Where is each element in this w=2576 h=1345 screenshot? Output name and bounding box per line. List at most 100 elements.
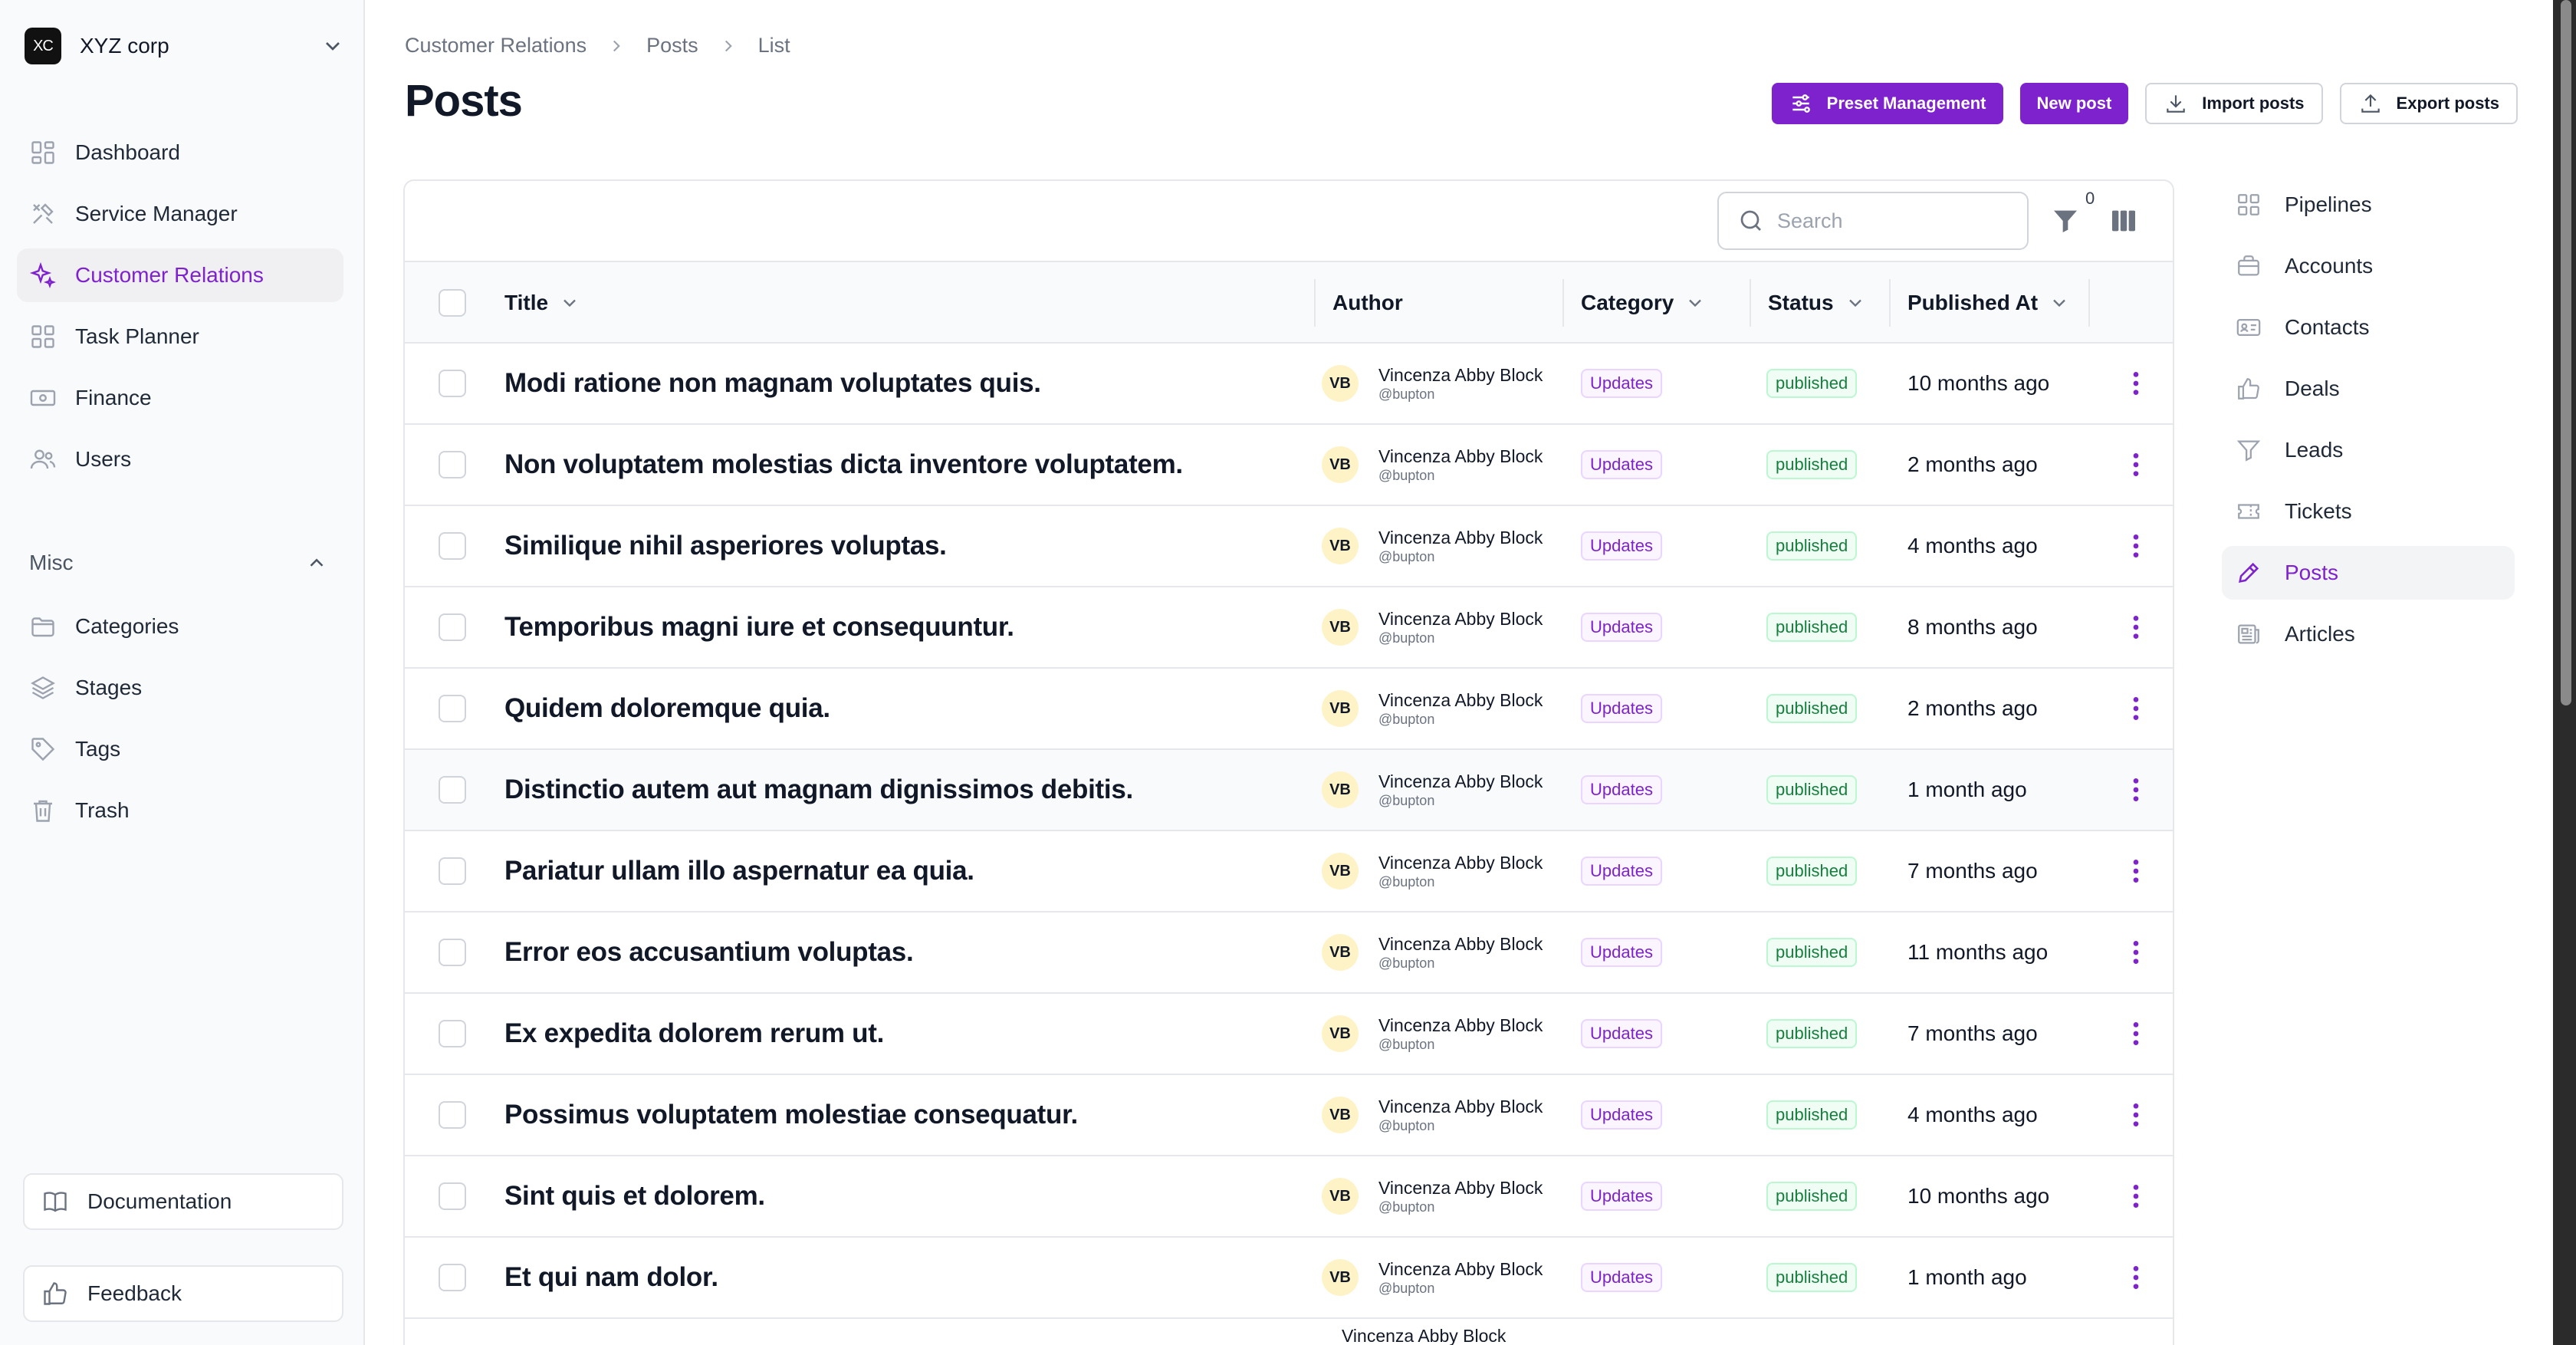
table-row[interactable]: Ex expedita dolorem rerum ut. VB Vincenz… (405, 994, 2173, 1075)
row-actions-button[interactable] (2121, 1181, 2151, 1212)
subnav-item-deals[interactable]: Deals (2222, 362, 2515, 416)
row-checkbox[interactable] (439, 857, 466, 885)
table-row[interactable]: Pariatur ullam illo aspernatur ea quia. … (405, 831, 2173, 913)
row-actions-button[interactable] (2121, 1018, 2151, 1049)
row-actions-button[interactable] (2121, 368, 2151, 399)
org-switcher[interactable]: XC XYZ corp (25, 26, 345, 66)
sub-navigation: Pipelines Accounts Contacts Deals Leads … (2222, 178, 2515, 669)
post-title[interactable]: Possimus voluptatem molestiae consequatu… (504, 1100, 1078, 1130)
table-row[interactable]: Error eos accusantium voluptas. VB Vince… (405, 913, 2173, 994)
sidebar-item-service-manager[interactable]: Service Manager (17, 187, 343, 241)
row-checkbox[interactable] (439, 370, 466, 397)
misc-section-toggle[interactable]: Misc (29, 548, 328, 578)
search-input[interactable] (1777, 209, 2007, 233)
sidebar-item-stages[interactable]: Stages (17, 661, 343, 715)
row-checkbox[interactable] (439, 776, 466, 804)
row-checkbox[interactable] (439, 695, 466, 722)
row-actions-button[interactable] (2121, 774, 2151, 805)
import-posts-button[interactable]: Import posts (2145, 83, 2323, 124)
row-status-cell: published (1766, 1238, 1858, 1317)
table-row[interactable]: Sint quis et dolorem. VB Vincenza Abby B… (405, 1156, 2173, 1238)
table-row[interactable]: Possimus voluptatem molestiae consequatu… (405, 1075, 2173, 1156)
documentation-button[interactable]: Documentation (23, 1173, 343, 1230)
row-actions-button[interactable] (2121, 612, 2151, 643)
row-actions-button[interactable] (2121, 937, 2151, 968)
row-checkbox[interactable] (439, 532, 466, 560)
table-row[interactable]: Non voluptatem molestias dicta inventore… (405, 425, 2173, 506)
sliders-icon (1792, 94, 1810, 113)
subnav-item-leads[interactable]: Leads (2222, 423, 2515, 477)
table-row[interactable]: Temporibus magni iure et consequuntur. V… (405, 587, 2173, 669)
row-actions-button[interactable] (2121, 449, 2151, 480)
post-title[interactable]: Quidem doloremque quia. (504, 693, 830, 724)
row-title-cell: Non voluptatem molestias dicta inventore… (504, 425, 1183, 505)
row-checkbox[interactable] (439, 613, 466, 641)
subnav-item-accounts[interactable]: Accounts (2222, 239, 2515, 293)
post-title[interactable]: Similique nihil asperiores voluptas. (504, 531, 947, 561)
row-actions-button[interactable] (2121, 531, 2151, 561)
author-name: Vincenza Abby Block (1378, 1015, 1543, 1035)
table-row[interactable]: Similique nihil asperiores voluptas. VB … (405, 506, 2173, 587)
row-actions-button[interactable] (2121, 693, 2151, 724)
row-actions-button[interactable] (2121, 1100, 2151, 1130)
column-author-label: Author (1332, 291, 1403, 314)
breadcrumb-item[interactable]: Customer Relations (405, 34, 586, 58)
table-row[interactable]: Et qui nam dolor. VB Vincenza Abby Block… (405, 1238, 2173, 1319)
export-posts-button[interactable]: Export posts (2339, 83, 2518, 124)
published-at: 7 months ago (1907, 1021, 2038, 1045)
subnav-item-pipelines[interactable]: Pipelines (2222, 178, 2515, 232)
breadcrumb-item[interactable]: Posts (646, 34, 698, 58)
sidebar-item-task-planner[interactable]: Task Planner (17, 310, 343, 363)
subnav-item-articles[interactable]: Articles (2222, 607, 2515, 661)
window-scrollbar[interactable] (2553, 0, 2576, 1345)
sidebar-item-dashboard[interactable]: Dashboard (17, 126, 343, 179)
subnav-item-contacts[interactable]: Contacts (2222, 301, 2515, 354)
column-category[interactable]: Category (1581, 262, 1706, 344)
feedback-button[interactable]: Feedback (23, 1265, 343, 1322)
author-name: Vincenza Abby Block (1378, 446, 1543, 466)
row-actions-button[interactable] (2121, 856, 2151, 886)
post-title[interactable]: Sint quis et dolorem. (504, 1181, 765, 1212)
sidebar-item-categories[interactable]: Categories (17, 600, 343, 653)
avatar: VB (1322, 853, 1359, 890)
newspaper-icon (2238, 624, 2259, 644)
sidebar-item-finance[interactable]: Finance (17, 371, 343, 425)
avatar: VB (1322, 1259, 1359, 1296)
table-row[interactable]: Modi ratione non magnam voluptates quis.… (405, 344, 2173, 425)
post-title[interactable]: Non voluptatem molestias dicta inventore… (504, 449, 1183, 480)
subnav-item-posts[interactable]: Posts (2222, 546, 2515, 600)
row-checkbox[interactable] (439, 1020, 466, 1047)
table-row[interactable]: Distinctio autem aut magnam dignissimos … (405, 750, 2173, 831)
column-published-at[interactable]: Published At (1907, 262, 2070, 344)
post-title[interactable]: Temporibus magni iure et consequuntur. (504, 612, 1014, 643)
subnav-item-tickets[interactable]: Tickets (2222, 485, 2515, 538)
sidebar-item-customer-relations[interactable]: Customer Relations (17, 248, 343, 302)
column-status[interactable]: Status (1768, 262, 1866, 344)
funnel-icon (2236, 440, 2261, 462)
post-title[interactable]: Ex expedita dolorem rerum ut. (504, 1018, 884, 1049)
post-title[interactable]: Error eos accusantium voluptas. (504, 937, 914, 968)
row-checkbox[interactable] (439, 1101, 466, 1129)
select-all-checkbox[interactable] (439, 289, 466, 317)
row-category-cell: Updates (1581, 669, 1662, 748)
sidebar-item-trash[interactable]: Trash (17, 784, 343, 837)
post-title[interactable]: Pariatur ullam illo aspernatur ea quia. (504, 856, 974, 886)
row-checkbox[interactable] (439, 1182, 466, 1210)
column-title[interactable]: Title (504, 262, 580, 344)
preset-management-button[interactable]: Preset Management (1771, 83, 2003, 124)
row-checkbox[interactable] (439, 1264, 466, 1291)
row-actions-button[interactable] (2121, 1262, 2151, 1293)
filter-button[interactable] (2050, 206, 2081, 236)
scrollbar-thumb[interactable] (2561, 0, 2571, 705)
post-title[interactable]: Et qui nam dolor. (504, 1262, 718, 1293)
table-row[interactable]: Vincenza Abby Block (405, 1319, 2173, 1345)
row-checkbox[interactable] (439, 939, 466, 966)
new-post-button[interactable]: New post (2019, 83, 2129, 124)
post-title[interactable]: Modi ratione non magnam voluptates quis. (504, 368, 1041, 399)
table-row[interactable]: Quidem doloremque quia. VB Vincenza Abby… (405, 669, 2173, 750)
columns-toggle-button[interactable] (2108, 206, 2139, 236)
sidebar-item-tags[interactable]: Tags (17, 722, 343, 776)
row-checkbox[interactable] (439, 451, 466, 478)
post-title[interactable]: Distinctio autem aut magnam dignissimos … (504, 774, 1133, 805)
sidebar-item-users[interactable]: Users (17, 432, 343, 486)
